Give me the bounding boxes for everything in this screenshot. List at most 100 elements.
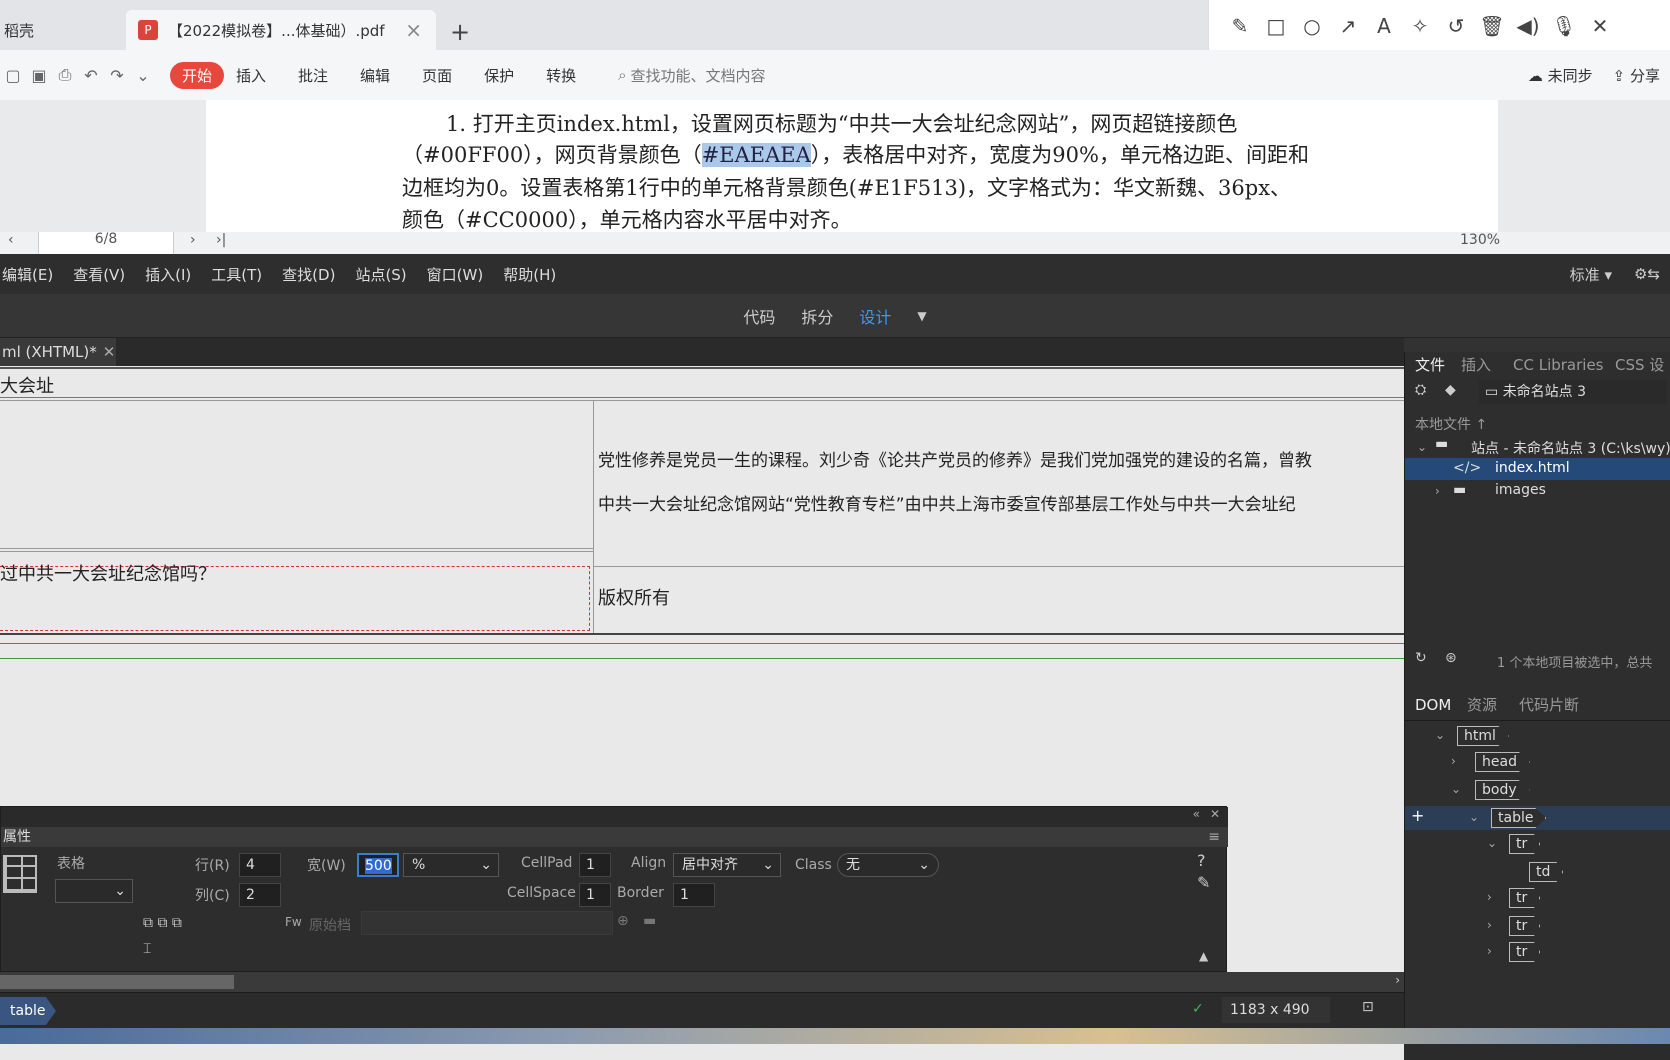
workspace-select[interactable]: 标准 ▾ [1570,264,1612,285]
tab-files[interactable]: 文件 [1415,352,1445,378]
scrollbar-thumb[interactable] [0,975,234,989]
border-input[interactable]: 1 [673,883,715,907]
chevron-right-icon[interactable]: › [1435,484,1440,498]
window-size-select[interactable]: 1183 x 490 [1222,997,1330,1023]
chevron-down-icon[interactable]: ⌄ [1487,836,1497,850]
dom-node-tr[interactable]: tr [1509,834,1541,854]
preview-icon[interactable]: ⊡ [1362,999,1374,1015]
align-select[interactable]: 居中对齐 ⌄ [673,853,781,877]
menu-edit[interactable]: 编辑(E) [2,264,53,285]
trash-icon[interactable]: 🗑 [1477,11,1507,41]
title-cell[interactable]: 大会址 [0,372,54,398]
menu-icon[interactable]: ≡ [1208,827,1220,847]
folder-icon[interactable]: ▬ [643,913,656,929]
menu-comment[interactable]: 批注 [298,65,328,86]
share-button[interactable]: ⇪ 分享 [1613,65,1660,86]
last-page-icon[interactable]: ›| [216,232,226,248]
dom-node-table[interactable]: table [1491,808,1547,828]
chevron-down-icon[interactable]: ⌄ [130,66,156,85]
file-row-selected[interactable]: </> index.html [1405,458,1670,480]
add-element-icon[interactable]: + [1411,806,1424,825]
dom-node-td[interactable]: td [1529,862,1564,882]
collapse-icon[interactable]: « [1193,807,1200,821]
paragraph-1[interactable]: 党性修养是党员一生的课程。刘少奇《论共产党员的修养》是我们党加强党的建设的名篇，… [598,446,1312,471]
tab-docer[interactable]: 稻壳 [0,10,126,50]
circle-icon[interactable]: ○ [1297,11,1327,41]
width-input[interactable]: 500 [357,853,399,877]
width-unit-select[interactable]: % ⌄ [403,853,499,877]
menu-convert[interactable]: 转换 [546,65,576,86]
dom-node-body[interactable]: body [1475,780,1530,800]
class-select[interactable]: 无 ⌄ [837,853,939,877]
dom-node-tr[interactable]: tr [1509,888,1541,908]
prev-page-icon[interactable]: ‹ [8,232,14,248]
sync-button[interactable]: ☁ 未同步 [1528,65,1593,86]
cols-input[interactable]: 2 [239,883,281,907]
chevron-right-icon[interactable]: › [1451,754,1456,768]
tab-assets[interactable]: 资源 [1467,692,1497,718]
chevron-down-icon[interactable]: ⌄ [1469,810,1479,824]
menu-protect[interactable]: 保护 [484,65,514,86]
horizontal-scrollbar[interactable]: › [0,972,1404,992]
table-tool-icons[interactable]: ⧉ ⧉ ⧉ [143,915,182,931]
page-number-input[interactable]: 6/8 [38,232,174,254]
menu-insert[interactable]: 插入 [236,65,266,86]
pencil-icon[interactable]: ✎ [1225,11,1255,41]
rectangle-icon[interactable]: □ [1261,11,1291,41]
tab-css[interactable]: CSS 设 [1615,352,1664,378]
menu-start[interactable]: 开始 [170,61,225,89]
chevron-down-icon[interactable]: ⌄ [1435,728,1445,742]
chevron-down-icon[interactable]: ⌄ [1417,440,1427,454]
view-split[interactable]: 拆分 [801,304,833,328]
paragraph-2[interactable]: 中共一大会址纪念馆网站“党性教育专栏”由中共上海市委宣传部基层工作处与中共一大会… [598,490,1296,515]
dom-node-html[interactable]: html [1457,726,1509,746]
new-tab-button[interactable]: + [450,18,470,46]
arrow-icon[interactable]: ↗ [1333,11,1363,41]
menu-window[interactable]: 窗口(W) [427,264,484,285]
view-design[interactable]: 设计 [859,304,891,328]
speaker-icon[interactable]: ◀) [1513,11,1543,41]
next-page-icon[interactable]: › [190,232,196,248]
tag-selector-table[interactable]: table [0,997,56,1025]
cellpad-input[interactable]: 1 [579,853,611,877]
site-root[interactable]: 站点 - 未命名站点 3 (C:\ks\wy) [1471,438,1670,458]
chevron-right-icon[interactable]: › [1487,944,1492,958]
menu-help[interactable]: 帮助(H) [503,264,556,285]
rows-input[interactable]: 4 [239,853,281,877]
zoom-level[interactable]: 130% [1460,232,1500,248]
menu-tools[interactable]: 工具(T) [211,264,262,285]
globe-icon[interactable]: ⊛ [1445,650,1457,666]
edit-icon[interactable]: ✎ [1197,873,1210,892]
tab-pdf-document[interactable]: P 【2022模拟卷】...体基础）.pdf × [126,10,436,50]
menu-site[interactable]: 站点(S) [355,264,406,285]
chevron-right-icon[interactable]: › [1487,918,1492,932]
refresh-icon[interactable]: ↻ [1415,650,1427,666]
menu-page[interactable]: 页面 [422,65,452,86]
magic-wand-icon[interactable]: ✧ [1405,11,1435,41]
undo-icon[interactable]: ↺ [1441,11,1471,41]
dom-node-tr[interactable]: tr [1509,942,1541,962]
close-icon[interactable]: ✕ [1210,807,1220,821]
text-icon[interactable]: A [1369,11,1399,41]
dom-node-head[interactable]: head [1475,752,1530,772]
table-id-select[interactable]: ⌄ [55,879,133,903]
view-code[interactable]: 代码 [743,304,775,328]
menu-insert[interactable]: 插入(I) [145,264,191,285]
menu-find[interactable]: 查找(D) [282,264,335,285]
undo-icon[interactable]: ↶ [78,66,104,85]
microphone-icon[interactable]: 🎙 [1549,11,1579,41]
print-icon[interactable]: ⎙ [52,65,78,85]
dom-node-tr[interactable]: tr [1509,916,1541,936]
site-select[interactable]: ▭ 未命名站点 3 [1479,380,1667,404]
question-cell[interactable]: 过中共一大会址纪念馆吗？ [0,560,216,586]
scroll-right-icon[interactable]: › [1395,973,1400,987]
help-icon[interactable]: ? [1197,851,1206,870]
tab-cc-libraries[interactable]: CC Libraries [1513,352,1604,378]
menu-edit[interactable]: 编辑 [360,65,390,86]
chevron-down-icon[interactable]: ⌄ [1451,782,1461,796]
close-icon[interactable]: ✕ [1585,11,1615,41]
close-icon[interactable]: ✕ [103,343,116,361]
view-dropdown-icon[interactable]: ▼ [917,309,926,323]
git-icon[interactable]: ◆ [1445,382,1456,398]
save-icon[interactable]: ▣ [26,66,52,85]
